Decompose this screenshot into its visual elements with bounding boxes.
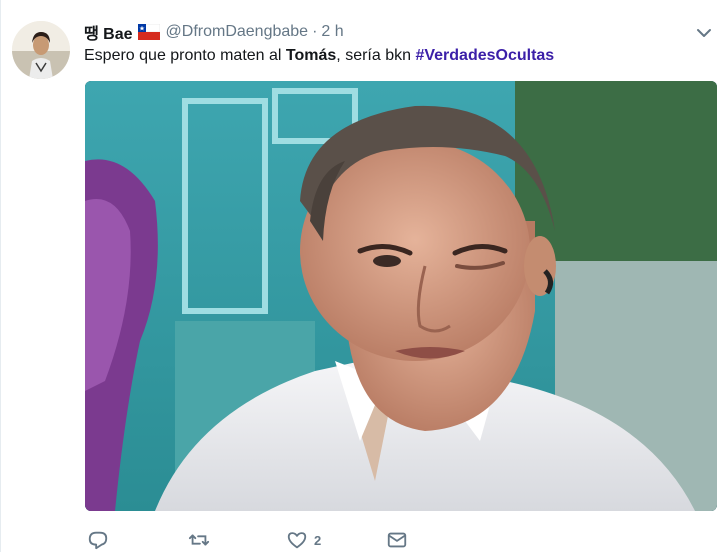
media-photo	[85, 81, 717, 511]
retweet-icon	[188, 534, 210, 546]
tweet-text: Espero que pronto maten al Tomás, sería …	[84, 47, 554, 65]
tweet-media-image[interactable]	[85, 81, 717, 511]
like-count: 2	[314, 532, 322, 548]
like-button[interactable]: 2	[286, 528, 321, 552]
tweet-card[interactable]: 땡 Bae @DfromDaengbabe · 2 h Espero que p…	[0, 0, 727, 552]
reply-icon	[88, 531, 108, 550]
chile-flag-icon	[137, 23, 160, 40]
direct-message-button[interactable]	[386, 528, 408, 552]
retweet-button[interactable]	[188, 528, 210, 552]
hashtag-link[interactable]: #VerdadesOcultas	[415, 47, 554, 64]
tweet-actions: 2	[85, 528, 485, 552]
timestamp[interactable]: 2 h	[321, 23, 343, 41]
avatar[interactable]	[12, 21, 70, 79]
author-handle[interactable]: @DfromDaengbabe	[166, 23, 309, 41]
tweet-text-part1: Espero que pronto maten al	[84, 47, 286, 64]
envelope-icon	[387, 532, 407, 548]
avatar-image	[12, 21, 70, 79]
reply-button[interactable]	[87, 528, 109, 552]
separator-dot: ·	[312, 23, 318, 40]
heart-icon	[287, 532, 307, 549]
author-name[interactable]: 땡 Bae	[84, 20, 133, 44]
tweet-text-part2: , sería bkn	[336, 47, 416, 64]
tweet-header: 땡 Bae @DfromDaengbabe · 2 h	[84, 21, 344, 43]
chevron-down-icon[interactable]	[695, 26, 713, 40]
tweet-text-bold: Tomás	[285, 47, 337, 64]
